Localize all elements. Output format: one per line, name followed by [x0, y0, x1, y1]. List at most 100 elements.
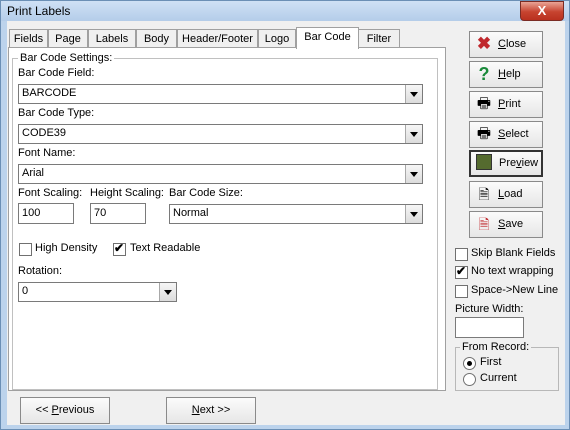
previous-button[interactable]: << Previous: [20, 397, 110, 424]
font-scaling-input[interactable]: 100: [18, 203, 74, 224]
text-readable-label: Text Readable: [130, 242, 201, 254]
chevron-down-icon[interactable]: [405, 85, 422, 103]
text-readable-checkbox[interactable]: ✔: [113, 241, 126, 256]
height-scaling-label: Height Scaling:: [90, 187, 164, 199]
rotation-value: 0: [22, 285, 29, 297]
print-button[interactable]: 🖶 Print: [469, 91, 543, 118]
dialog-client-area: Fields Page Labels Body Header/Footer Lo…: [7, 21, 565, 425]
barcode-type-label: Bar Code Type:: [18, 107, 95, 119]
current-radio[interactable]: [463, 373, 476, 386]
close-icon: ✖: [476, 34, 492, 53]
close-button-label: Close: [498, 38, 526, 50]
previous-rest: revious: [58, 404, 95, 416]
print-button-label: Print: [498, 98, 521, 110]
select-button-label: Select: [498, 128, 529, 140]
help-accel: H: [498, 68, 506, 80]
barcode-type-value: CODE39: [22, 127, 67, 139]
barcode-field-select[interactable]: BARCODE: [18, 84, 423, 104]
help-button-label: Help: [498, 68, 521, 80]
current-radio-label: Current: [480, 372, 517, 384]
close-accel: C: [498, 38, 506, 50]
title-bar: Print Labels X: [1, 1, 569, 21]
tab-body[interactable]: Body: [136, 29, 177, 48]
tab-bar-code[interactable]: Bar Code: [296, 27, 359, 49]
rotation-label: Rotation:: [18, 265, 63, 277]
tab-fields[interactable]: Fields: [9, 29, 48, 48]
height-scaling-value: 70: [94, 207, 107, 219]
first-radio[interactable]: [463, 357, 476, 370]
print-rest: rint: [505, 98, 521, 110]
preview-button[interactable]: Preview: [469, 150, 543, 177]
select-rest: elect: [505, 128, 529, 140]
first-radio-label: First: [480, 356, 502, 368]
chevron-down-icon[interactable]: [405, 205, 422, 223]
next-button[interactable]: Next >>: [166, 397, 256, 424]
select-button[interactable]: 🖶 Select: [469, 121, 543, 148]
high-density-checkbox[interactable]: [19, 243, 32, 256]
next-rest: ext >>: [199, 404, 231, 416]
tab-header-footer[interactable]: Header/Footer: [177, 29, 258, 48]
tab-logo[interactable]: Logo: [258, 29, 296, 48]
preview-lead: Pre: [499, 157, 517, 169]
skip-blank-fields-checkbox[interactable]: [455, 248, 468, 261]
load-button-label: Load: [498, 188, 522, 200]
rotation-select[interactable]: 0: [18, 282, 177, 302]
previous-accel: P: [51, 404, 59, 416]
help-button[interactable]: ? Help: [469, 61, 543, 88]
barcode-type-select[interactable]: CODE39: [18, 124, 423, 144]
save-button-label: Save: [498, 218, 523, 230]
print-labels-window: Print Labels X Fields Page Labels Body H…: [0, 0, 570, 430]
barcode-size-select[interactable]: Normal: [169, 204, 423, 224]
tab-labels[interactable]: Labels: [88, 29, 136, 48]
window-title: Print Labels: [7, 4, 71, 18]
barcode-size-label: Bar Code Size:: [169, 187, 243, 199]
help-rest: elp: [505, 68, 521, 80]
picture-width-label: Picture Width:: [455, 303, 524, 315]
print-icon: 🖶: [476, 95, 492, 112]
previous-lead: <<: [35, 404, 52, 416]
load-button[interactable]: 🗎 Load: [469, 181, 543, 208]
from-record-group: From Record: First Current: [455, 341, 559, 391]
barcode-field-label: Bar Code Field:: [18, 67, 95, 79]
no-text-wrapping-label: No text wrapping: [471, 265, 554, 277]
window-close-button[interactable]: X: [520, 1, 564, 21]
preview-button-label: Preview: [499, 157, 538, 169]
skip-blank-fields-label: Skip Blank Fields: [471, 247, 556, 259]
group-label: Bar Code Settings:: [18, 52, 115, 64]
font-scaling-label: Font Scaling:: [18, 187, 83, 199]
preview-icon: [476, 154, 492, 170]
picture-width-input[interactable]: [455, 317, 524, 338]
space-new-line-label: Space->New Line: [471, 284, 559, 296]
chevron-down-icon[interactable]: [405, 125, 422, 143]
no-text-wrapping-checkbox[interactable]: ✔: [455, 264, 468, 279]
close-rest: lose: [505, 38, 527, 50]
high-density-label: High Density: [35, 242, 98, 254]
font-name-value: Arial: [22, 167, 45, 179]
height-scaling-input[interactable]: 70: [90, 203, 146, 224]
select-icon: 🖶: [476, 125, 492, 142]
font-name-label: Font Name:: [18, 147, 76, 159]
checkmark-icon: ✔: [456, 264, 467, 278]
space-new-line-checkbox[interactable]: [455, 285, 468, 298]
save-button[interactable]: 🗎 Save: [469, 211, 543, 238]
save-icon: 🗎: [478, 216, 490, 232]
bar-code-tab-panel: Bar Code Settings: Bar Code Field: BARCO…: [8, 47, 446, 391]
load-rest: oad: [504, 188, 523, 200]
next-accel: N: [191, 404, 200, 416]
checkmark-icon: ✔: [114, 241, 125, 255]
chevron-down-icon[interactable]: [405, 165, 422, 183]
close-button[interactable]: ✖ Close: [469, 31, 543, 58]
tab-page[interactable]: Page: [48, 29, 88, 48]
tab-filter[interactable]: Filter: [358, 29, 400, 48]
font-scaling-value: 100: [22, 207, 41, 219]
from-record-label: From Record:: [460, 341, 532, 353]
font-name-select[interactable]: Arial: [18, 164, 423, 184]
bar-code-settings-group: Bar Code Settings: Bar Code Field: BARCO…: [12, 52, 438, 390]
radio-dot-icon: [467, 361, 472, 366]
help-icon: ?: [478, 64, 490, 84]
save-rest: ave: [505, 218, 524, 230]
chevron-down-icon[interactable]: [159, 283, 176, 301]
barcode-field-value: BARCODE: [22, 87, 77, 99]
preview-rest: iew: [521, 157, 539, 169]
barcode-size-value: Normal: [173, 207, 209, 219]
